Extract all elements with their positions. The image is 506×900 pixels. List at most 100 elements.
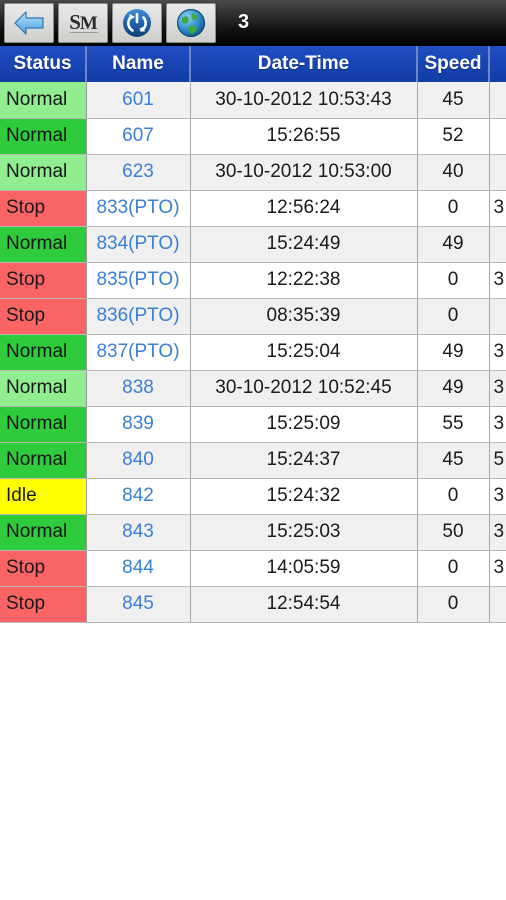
cell-status: Normal — [0, 442, 87, 479]
cell-datetime: 15:25:03 — [190, 514, 418, 551]
column-header-speed[interactable]: Speed — [417, 46, 490, 82]
cell-datetime: 15:24:37 — [190, 442, 418, 479]
cell-speed: 49 — [417, 226, 490, 263]
cell-datetime: 12:22:38 — [190, 262, 418, 299]
cell-extra — [489, 82, 506, 119]
table-row[interactable]: Normal 623 30-10-2012 10:53:00 40 — [0, 154, 506, 191]
cell-status: Normal — [0, 82, 87, 119]
back-arrow-icon — [13, 10, 45, 36]
cell-speed: 0 — [417, 262, 490, 299]
cell-datetime: 15:24:49 — [190, 226, 418, 263]
cell-extra: 3 — [489, 190, 506, 227]
cell-name-link[interactable]: 839 — [86, 406, 191, 443]
cell-name-link[interactable]: 845 — [86, 586, 191, 623]
cell-datetime: 30-10-2012 10:53:00 — [190, 154, 418, 191]
globe-icon — [176, 8, 206, 38]
cell-speed: 50 — [417, 514, 490, 551]
cell-datetime: 12:56:24 — [190, 190, 418, 227]
cell-speed: 49 — [417, 370, 490, 407]
record-count: 3 — [238, 11, 250, 33]
cell-extra — [489, 226, 506, 263]
cell-status: Stop — [0, 298, 87, 335]
table-row[interactable]: Stop 833(PTO) 12:56:24 0 3 — [0, 190, 506, 227]
cell-extra: 3 — [489, 514, 506, 551]
column-header-datetime[interactable]: Date-Time — [190, 46, 418, 82]
sm-logo-underline — [70, 31, 98, 33]
cell-name-link[interactable]: 838 — [86, 370, 191, 407]
cell-status: Idle — [0, 478, 87, 515]
cell-datetime: 30-10-2012 10:53:43 — [190, 82, 418, 119]
cell-name-link[interactable]: 837(PTO) — [86, 334, 191, 371]
cell-datetime: 12:54:54 — [190, 586, 418, 623]
vehicle-status-table: Status Name Date-Time Speed Normal 601 30-… — [0, 46, 506, 623]
cell-speed: 40 — [417, 154, 490, 191]
cell-extra — [489, 154, 506, 191]
cell-datetime: 30-10-2012 10:52:45 — [190, 370, 418, 407]
globe-button[interactable] — [166, 2, 216, 43]
column-header-extra[interactable] — [489, 46, 506, 82]
table-row[interactable]: Idle 842 15:24:32 0 3 — [0, 478, 506, 515]
cell-datetime: 15:25:04 — [190, 334, 418, 371]
cell-speed: 45 — [417, 82, 490, 119]
table-header-row: Status Name Date-Time Speed — [0, 46, 506, 82]
cell-speed: 0 — [417, 550, 490, 587]
table-row[interactable]: Normal 837(PTO) 15:25:04 49 3 — [0, 334, 506, 371]
table-row[interactable]: Normal 839 15:25:09 55 3 — [0, 406, 506, 443]
table-row[interactable]: Normal 838 30-10-2012 10:52:45 49 3 — [0, 370, 506, 407]
cell-name-link[interactable]: 836(PTO) — [86, 298, 191, 335]
cell-speed: 0 — [417, 190, 490, 227]
cell-status: Normal — [0, 334, 87, 371]
cell-name-link[interactable]: 844 — [86, 550, 191, 587]
cell-name-link[interactable]: 607 — [86, 118, 191, 155]
table-row[interactable]: Normal 834(PTO) 15:24:49 49 — [0, 226, 506, 263]
sm-logo-icon: SM — [69, 10, 98, 34]
refresh-button[interactable] — [112, 2, 162, 43]
cell-datetime: 15:26:55 — [190, 118, 418, 155]
cell-extra — [489, 586, 506, 623]
table-row[interactable]: Normal 843 15:25:03 50 3 — [0, 514, 506, 551]
cell-extra: 3 — [489, 334, 506, 371]
cell-status: Stop — [0, 586, 87, 623]
cell-extra — [489, 118, 506, 155]
cell-extra — [489, 298, 506, 335]
cell-name-link[interactable]: 833(PTO) — [86, 190, 191, 227]
sm-logo-button[interactable]: SM — [58, 2, 108, 43]
column-header-name[interactable]: Name — [86, 46, 191, 82]
cell-status: Stop — [0, 550, 87, 587]
back-button[interactable] — [4, 2, 54, 43]
table-body: Normal 601 30-10-2012 10:53:43 45 Normal 607 1… — [0, 82, 506, 623]
cell-extra: 3 — [489, 550, 506, 587]
cell-datetime: 14:05:59 — [190, 550, 418, 587]
cell-speed: 0 — [417, 298, 490, 335]
cell-status: Normal — [0, 370, 87, 407]
cell-name-link[interactable]: 834(PTO) — [86, 226, 191, 263]
cell-name-link[interactable]: 840 — [86, 442, 191, 479]
cell-status: Normal — [0, 226, 87, 263]
table-row[interactable]: Normal 840 15:24:37 45 5 — [0, 442, 506, 479]
column-header-status[interactable]: Status — [0, 46, 87, 82]
cell-speed: 52 — [417, 118, 490, 155]
table-row[interactable]: Stop 845 12:54:54 0 — [0, 586, 506, 623]
cell-name-link[interactable]: 601 — [86, 82, 191, 119]
refresh-sync-icon — [122, 8, 152, 38]
cell-datetime: 15:25:09 — [190, 406, 418, 443]
cell-speed: 0 — [417, 478, 490, 515]
table-row[interactable]: Stop 836(PTO) 08:35:39 0 — [0, 298, 506, 335]
cell-datetime: 08:35:39 — [190, 298, 418, 335]
cell-name-link[interactable]: 835(PTO) — [86, 262, 191, 299]
table-row[interactable]: Normal 601 30-10-2012 10:53:43 45 — [0, 82, 506, 119]
toolbar: SM 3 — [0, 0, 506, 46]
cell-speed: 55 — [417, 406, 490, 443]
cell-extra: 3 — [489, 262, 506, 299]
cell-extra: 3 — [489, 406, 506, 443]
table-row[interactable]: Stop 844 14:05:59 0 3 — [0, 550, 506, 587]
cell-name-link[interactable]: 623 — [86, 154, 191, 191]
table-row[interactable]: Stop 835(PTO) 12:22:38 0 3 — [0, 262, 506, 299]
table-row[interactable]: Normal 607 15:26:55 52 — [0, 118, 506, 155]
cell-name-link[interactable]: 842 — [86, 478, 191, 515]
cell-status: Stop — [0, 262, 87, 299]
cell-speed: 0 — [417, 586, 490, 623]
cell-name-link[interactable]: 843 — [86, 514, 191, 551]
cell-status: Normal — [0, 514, 87, 551]
cell-speed: 49 — [417, 334, 490, 371]
